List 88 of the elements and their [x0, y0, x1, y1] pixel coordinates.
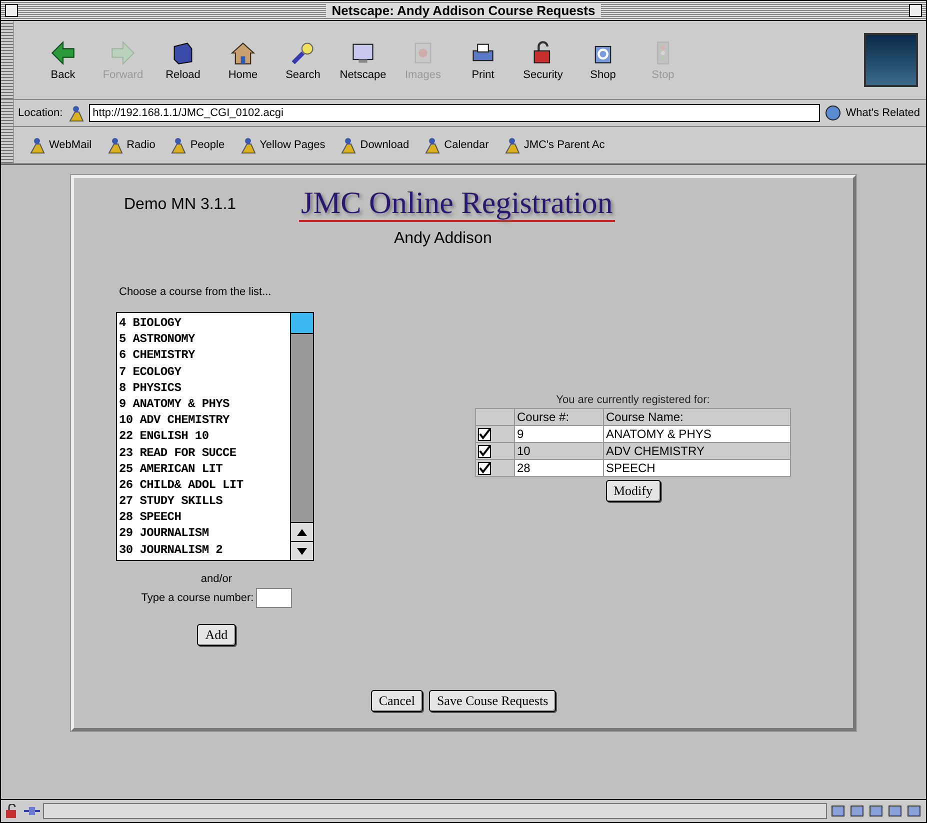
url-field[interactable]: http://192.168.1.1/JMC_CGI_0102.acgi	[88, 104, 820, 122]
table-cell: 9	[514, 426, 604, 442]
toolbar-button[interactable]: Print	[454, 40, 512, 80]
person-icon	[169, 136, 188, 154]
person-icon	[339, 136, 358, 154]
person-icon	[423, 136, 442, 154]
toolbar-grip[interactable]	[1, 127, 14, 163]
toolbar-button[interactable]: Security	[514, 40, 572, 80]
save-button[interactable]: Save Couse Requests	[428, 690, 556, 712]
course-option[interactable]: 7 ECOLOGY	[119, 364, 290, 380]
bookmark-link[interactable]: Calendar	[423, 136, 489, 154]
person-icon	[502, 136, 521, 154]
student-name: Andy Addison	[394, 230, 492, 248]
course-number-label: Type a course number:	[141, 592, 254, 604]
toolbar-button[interactable]: Home	[214, 40, 272, 80]
course-option[interactable]: 25 AMERICAN LIT	[119, 460, 290, 477]
toolbar-button[interactable]: Reload	[154, 40, 212, 80]
component-icon[interactable]	[906, 804, 922, 818]
or-label: and/or	[200, 573, 232, 585]
person-icon	[28, 136, 46, 154]
table-cell: ANATOMY & PHYS	[604, 426, 790, 442]
arrow-left-icon	[50, 40, 76, 66]
window-title: Netscape: Andy Addison Course Requests	[326, 3, 602, 18]
arrow-right-icon	[110, 40, 136, 66]
whats-related-button[interactable]: What's Related	[846, 107, 920, 119]
bookmark-link[interactable]: People	[169, 136, 225, 154]
toolbar-button[interactable]: Search	[274, 40, 332, 80]
component-icon[interactable]	[868, 804, 884, 818]
person-icon	[106, 136, 124, 154]
version-label: Demo MN 3.1.1	[123, 196, 238, 214]
scroll-up-button[interactable]	[291, 522, 313, 541]
close-box[interactable]	[5, 4, 18, 17]
course-option[interactable]: 23 READ FOR SUCCE	[119, 444, 290, 461]
table-cell: 28	[514, 460, 604, 476]
table-caption: You are currently registered for:	[556, 394, 710, 406]
column-header: Course Name:	[604, 408, 790, 426]
checkbox[interactable]	[478, 462, 491, 474]
course-option[interactable]: 22 ENGLISH 10	[119, 428, 290, 444]
search-icon	[290, 40, 316, 66]
course-number-field[interactable]	[256, 588, 292, 608]
course-prompt: Choose a course from the list...	[118, 286, 272, 298]
course-list[interactable]	[116, 312, 314, 561]
page-heading: JMC Online Registration	[299, 186, 615, 222]
location-label: Location:	[18, 107, 63, 119]
toolbar-button[interactable]: Shop	[574, 40, 632, 80]
cancel-button[interactable]: Cancel	[370, 690, 423, 712]
course-option[interactable]: 27 STUDY SKILLS	[119, 493, 290, 510]
bookmark-link[interactable]: Yellow Pages	[238, 136, 326, 154]
table-cell: 10	[514, 442, 604, 460]
course-option[interactable]: 10 ADV CHEMISTRY	[119, 412, 290, 428]
add-button[interactable]: Add	[197, 624, 236, 646]
toolbar-grip[interactable]	[1, 100, 14, 126]
browser-logo	[864, 33, 918, 87]
house-icon	[230, 40, 256, 66]
plug-icon[interactable]	[24, 804, 40, 818]
table-cell: SPEECH	[604, 460, 790, 476]
bookmark-link[interactable]: Download	[339, 136, 410, 154]
person-icon	[238, 136, 257, 154]
toolbar-button[interactable]: Netscape	[334, 40, 392, 80]
toolbar-grip[interactable]	[1, 21, 14, 99]
component-icon[interactable]	[830, 804, 846, 818]
globe-icon[interactable]	[824, 104, 842, 122]
table-cell: ADV CHEMISTRY	[604, 442, 790, 460]
component-icon[interactable]	[849, 804, 865, 818]
course-option[interactable]: 6 CHEMISTRY	[119, 347, 290, 364]
person-icon[interactable]	[66, 104, 85, 122]
course-option[interactable]: 29 JOURNALISM	[119, 525, 290, 542]
course-option[interactable]: 26 CHILD& ADOL LIT	[119, 476, 290, 494]
down-triangle-icon	[297, 548, 307, 554]
scroll-thumb[interactable]	[291, 313, 313, 334]
course-option[interactable]: 9 ANATOMY & PHYS	[119, 396, 290, 412]
toolbar-button[interactable]: Back	[34, 40, 92, 80]
modify-button[interactable]: Modify	[606, 480, 660, 502]
course-option[interactable]: 5 ASTRONOMY	[119, 331, 290, 348]
scroll-down-button[interactable]	[291, 541, 313, 560]
bookmark-link[interactable]: Radio	[106, 136, 156, 154]
course-option[interactable]: 8 PHYSICS	[119, 380, 290, 396]
course-option[interactable]: 4 BIOLOGY	[119, 315, 290, 332]
bookmark-link[interactable]: WebMail	[28, 136, 92, 154]
up-triangle-icon	[297, 528, 307, 536]
column-header: Course #:	[514, 408, 604, 426]
course-option[interactable]: 28 SPEECH	[119, 509, 290, 526]
bookmark-link[interactable]: JMC's Parent Ac	[502, 136, 605, 154]
checkbox[interactable]	[478, 444, 491, 458]
zoom-box[interactable]	[908, 4, 922, 17]
course-option[interactable]: 30 JOURNALISM 2	[119, 542, 290, 558]
checkbox[interactable]	[478, 428, 491, 440]
component-icon[interactable]	[887, 804, 903, 818]
